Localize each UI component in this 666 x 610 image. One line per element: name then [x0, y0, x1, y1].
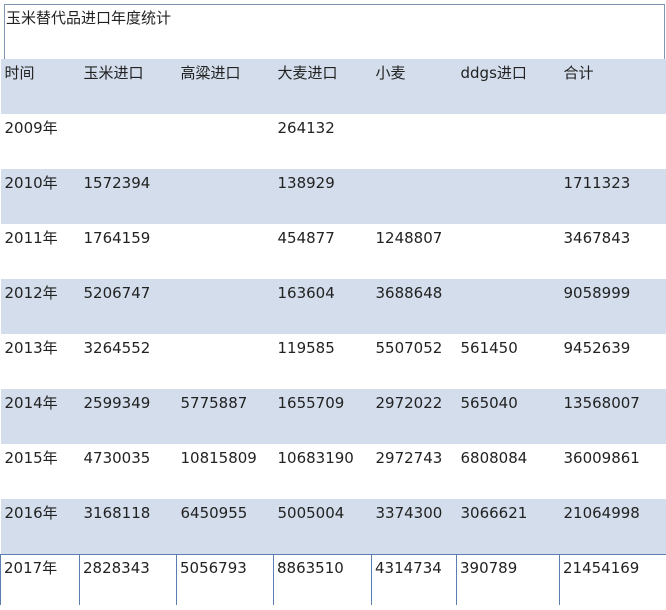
table-cell: 565040: [456, 389, 560, 444]
table-title: 玉米替代品进口年度统计: [6, 9, 172, 27]
table-cell: 2972743: [375, 449, 443, 467]
table-cell: 1248807: [375, 229, 443, 247]
table-cell: [80, 114, 177, 169]
table-cell: 10815809: [180, 449, 257, 467]
header-cell-time: 时间: [0, 59, 80, 114]
header-row: 时间 玉米进口 高粱进口 大麦进口 小麦 ddgs进口 合计: [0, 59, 666, 114]
table-cell: 10683190: [277, 449, 354, 467]
table-cell: [457, 114, 560, 169]
table-cell: 2828343: [79, 553, 177, 605]
header-cell-corn: 玉米进口: [79, 59, 177, 114]
table-row: 2015年 4730035 10815809 10683190 2972743 …: [1, 444, 666, 499]
table-row: 2012年 5206747 163604 3688648 9058999: [0, 279, 666, 334]
table-cell: [560, 114, 666, 169]
table-cell: 3168118: [79, 499, 177, 554]
header-cell-total: 合计: [559, 59, 666, 114]
table-cell: 9058999: [559, 279, 666, 334]
table-cell: 1764159: [83, 229, 151, 247]
table-cell: 264132: [277, 119, 335, 137]
table-cell: 119585: [277, 339, 335, 357]
table-cell: 5775887: [176, 389, 274, 444]
table-cell: 138929: [273, 169, 372, 224]
table-cell: 8863510: [273, 553, 372, 605]
table-cell: [456, 279, 560, 334]
table-cell: [177, 114, 274, 169]
table-cell: 2012年: [0, 279, 80, 334]
table-cell: 4730035: [83, 449, 151, 467]
table-cell: 1711323: [559, 169, 666, 224]
table-cell: 1572394: [79, 169, 177, 224]
header-cell-sorghum: 高粱进口: [176, 59, 274, 114]
table-cell: 13568007: [559, 389, 666, 444]
table-row: 2010年 1572394 138929 1711323: [0, 169, 666, 224]
table-cell: 6808084: [460, 449, 528, 467]
table-cell: 5056793: [176, 553, 274, 605]
table-cell: 3688648: [371, 279, 457, 334]
table-cell: 21064998: [559, 499, 666, 554]
table-row: 2011年 1764159 454877 1248807 3467843: [1, 224, 666, 279]
table-cell: 2015年: [4, 449, 58, 467]
table-cell: 5206747: [79, 279, 177, 334]
table-cell: 2010年: [0, 169, 80, 224]
table-cell: 6450955: [176, 499, 274, 554]
table-cell: 2013年: [4, 339, 58, 357]
table-cell: 9452639: [563, 339, 631, 357]
import-statistics-table: 时间 玉米进口 高粱进口 大麦进口 小麦 ddgs进口 合计 2009年 264…: [0, 59, 666, 605]
table-cell: 2014年: [0, 389, 80, 444]
header-cell-ddgs: ddgs进口: [456, 59, 560, 114]
table-row: 2016年 3168118 6450955 5005004 3374300 30…: [0, 499, 666, 554]
table-cell: 1655709: [273, 389, 372, 444]
table-cell: [176, 169, 274, 224]
table-cell: 2017年: [0, 553, 80, 605]
table-cell: 3264552: [83, 339, 151, 357]
table-cell: 3467843: [563, 229, 631, 247]
table-cell: [372, 114, 457, 169]
table-cell: [456, 169, 560, 224]
table-cell: 390789: [456, 553, 560, 605]
table-cell: 163604: [273, 279, 372, 334]
table-cell: 3374300: [371, 499, 457, 554]
table-cell: 2009年: [4, 119, 58, 137]
header-cell-wheat: 小麦: [371, 59, 457, 114]
title-box: 玉米替代品进口年度统计: [4, 4, 665, 59]
table-cell: [177, 224, 274, 279]
table-cell: 2599349: [79, 389, 177, 444]
table-cell: 2016年: [0, 499, 80, 554]
table-cell: 21454169: [559, 553, 666, 605]
table-cell: 3066621: [456, 499, 560, 554]
table-cell: 2011年: [4, 229, 58, 247]
header-cell-barley: 大麦进口: [273, 59, 372, 114]
table-cell: 4314734: [371, 553, 457, 605]
table-cell: 454877: [277, 229, 335, 247]
table-row: 2013年 3264552 119585 5507052 561450 9452…: [1, 334, 666, 389]
table-row: 2017年 2828343 5056793 8863510 4314734 39…: [0, 553, 666, 605]
table-row: 2014年 2599349 5775887 1655709 2972022 56…: [0, 389, 666, 444]
table-cell: 5005004: [273, 499, 372, 554]
table-cell: 561450: [460, 339, 518, 357]
table-cell: 2972022: [371, 389, 457, 444]
table-cell: [457, 224, 560, 279]
table-cell: [177, 334, 274, 389]
table-cell: 36009861: [563, 449, 640, 467]
table-cell: [371, 169, 457, 224]
table-row: 2009年 264132: [1, 114, 666, 169]
table-cell: 5507052: [375, 339, 443, 357]
table-cell: [176, 279, 274, 334]
